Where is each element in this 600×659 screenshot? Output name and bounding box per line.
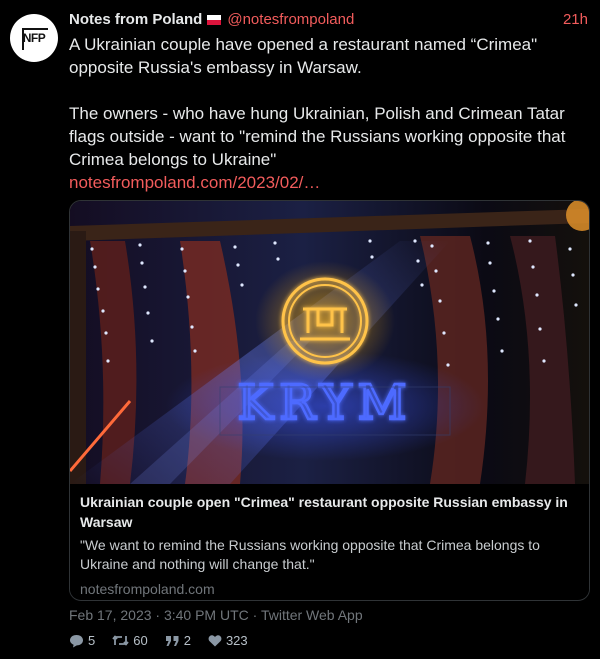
avatar-frame-decoration <box>22 28 48 50</box>
tweet-time[interactable]: 21h <box>563 11 588 28</box>
article-link[interactable]: notesfrompoland.com/2023/02/… <box>69 173 320 192</box>
retweet-icon <box>112 635 129 646</box>
reply-button[interactable]: 5 <box>69 633 95 648</box>
tweet-paragraph: A Ukrainian couple have opened a restaur… <box>69 35 538 77</box>
like-button[interactable]: 323 <box>208 633 248 648</box>
card-title: Ukrainian couple open "Crimea" restauran… <box>80 494 568 530</box>
quote-icon <box>165 635 179 646</box>
like-count: 323 <box>225 633 248 648</box>
card-description: "We want to remind the Russians working … <box>80 537 540 572</box>
restaurant-photo: KRYM <box>70 201 589 484</box>
avatar[interactable]: NFP <box>10 14 58 62</box>
reply-count: 5 <box>88 633 96 648</box>
tweet-text: A Ukrainian couple have opened a restaur… <box>69 33 579 194</box>
display-name[interactable]: Notes from Poland <box>69 11 202 28</box>
user-handle[interactable]: @notesfrompoland <box>227 11 354 28</box>
tweet-paragraph: The owners - who have hung Ukrainian, Po… <box>69 102 579 194</box>
reply-icon <box>70 634 83 647</box>
card-domain: notesfrompoland.com <box>80 581 215 597</box>
card-info: Ukrainian couple open "Crimea" restauran… <box>70 484 589 598</box>
heart-icon <box>208 635 222 647</box>
quote-count: 2 <box>183 633 191 648</box>
tweet-paragraph-text: The owners - who have hung Ukrainian, Po… <box>69 104 566 169</box>
tweet-header: Notes from Poland @notesfrompoland 21h <box>69 11 588 28</box>
tweet-timestamp[interactable]: Feb 17, 2023 · 3:40 PM UTC · Twitter Web… <box>69 607 363 623</box>
quote-button[interactable]: 2 <box>165 633 191 648</box>
retweet-button[interactable]: 60 <box>112 633 148 648</box>
link-preview-card[interactable]: KRYM Ukrainian couple open "Crimea" rest… <box>69 200 590 601</box>
poland-flag-icon <box>207 14 222 25</box>
neon-sign-text: KRYM <box>237 375 412 431</box>
tweet-actions: 5 60 2 323 <box>69 633 265 648</box>
retweet-count: 60 <box>133 633 148 648</box>
